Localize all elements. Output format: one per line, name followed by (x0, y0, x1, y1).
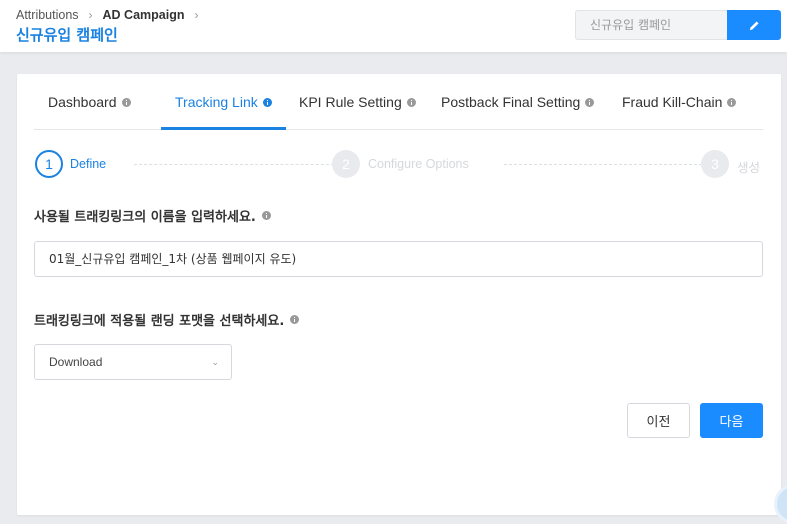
landing-format-select[interactable]: Download ⌄ (34, 344, 232, 380)
step-2-label: Configure Options (368, 157, 469, 171)
step-3-circle: 3 (701, 150, 729, 178)
step-1-label: Define (70, 157, 107, 171)
select-value: Download (49, 355, 103, 369)
breadcrumb-separator: › (194, 8, 199, 22)
info-icon[interactable] (262, 97, 272, 107)
chevron-down-icon: ⌄ (211, 357, 219, 367)
info-icon[interactable] (121, 97, 131, 107)
info-icon[interactable] (585, 97, 595, 107)
top-header: Attributions › AD Campaign › 신규유입 캠페인 신규… (0, 0, 787, 52)
tab-tracking-link[interactable]: Tracking Link (175, 74, 272, 130)
active-tab-indicator (161, 127, 286, 130)
info-icon[interactable] (290, 315, 300, 324)
format-label-text: 트래킹링크에 적용될 랜딩 포맷을 선택하세요. (34, 314, 285, 329)
step-connector (504, 164, 712, 165)
tab-fraud-kill-chain[interactable]: Fraud Kill-Chain (622, 74, 737, 130)
tab-bar: Dashboard Tracking Link KPI Rule Setting… (34, 74, 763, 130)
tab-postback-final-setting[interactable]: Postback Final Setting (441, 74, 595, 130)
info-icon[interactable] (727, 97, 737, 107)
name-label-text: 사용될 트래킹링크의 이름을 입력하세요. (34, 210, 256, 225)
step-connector (134, 164, 344, 165)
next-button[interactable]: 다음 (700, 403, 763, 438)
edit-button[interactable] (727, 10, 781, 40)
breadcrumb-separator: › (88, 8, 93, 22)
info-icon[interactable] (261, 211, 271, 220)
breadcrumb-attributions[interactable]: Attributions (16, 8, 79, 22)
page-title: 신규유입 캠페인 (16, 26, 118, 44)
tab-label: Fraud Kill-Chain (622, 94, 723, 110)
tracking-link-card: Dashboard Tracking Link KPI Rule Setting… (17, 74, 781, 515)
format-field-label: 트래킹링크에 적용될 랜딩 포맷을 선택하세요. (34, 310, 300, 329)
tab-dashboard[interactable]: Dashboard (48, 74, 131, 130)
name-field-label: 사용될 트래킹링크의 이름을 입력하세요. (34, 206, 271, 225)
step-2-circle: 2 (332, 150, 360, 178)
tab-label: KPI Rule Setting (299, 94, 402, 110)
tab-label: Postback Final Setting (441, 94, 581, 110)
step-progress: 1 Define 2 Configure Options 3 생성 (34, 150, 763, 180)
tab-label: Dashboard (48, 94, 117, 110)
breadcrumb: Attributions › AD Campaign › (16, 8, 208, 22)
breadcrumb-ad-campaign[interactable]: AD Campaign (103, 8, 185, 22)
step-1-circle: 1 (35, 150, 63, 178)
prev-button[interactable]: 이전 (627, 403, 690, 438)
tracking-link-name-input[interactable]: 01월_신규유입 캠페인_1차 (상품 웹페이지 유도) (34, 241, 763, 277)
info-icon[interactable] (406, 97, 416, 107)
tab-label: Tracking Link (175, 94, 258, 110)
step-3-label: 생성 (737, 161, 761, 175)
tab-kpi-rule-setting[interactable]: KPI Rule Setting (299, 74, 416, 130)
pencil-icon (749, 20, 759, 30)
campaign-name-field[interactable]: 신규유입 캠페인 (575, 10, 727, 40)
